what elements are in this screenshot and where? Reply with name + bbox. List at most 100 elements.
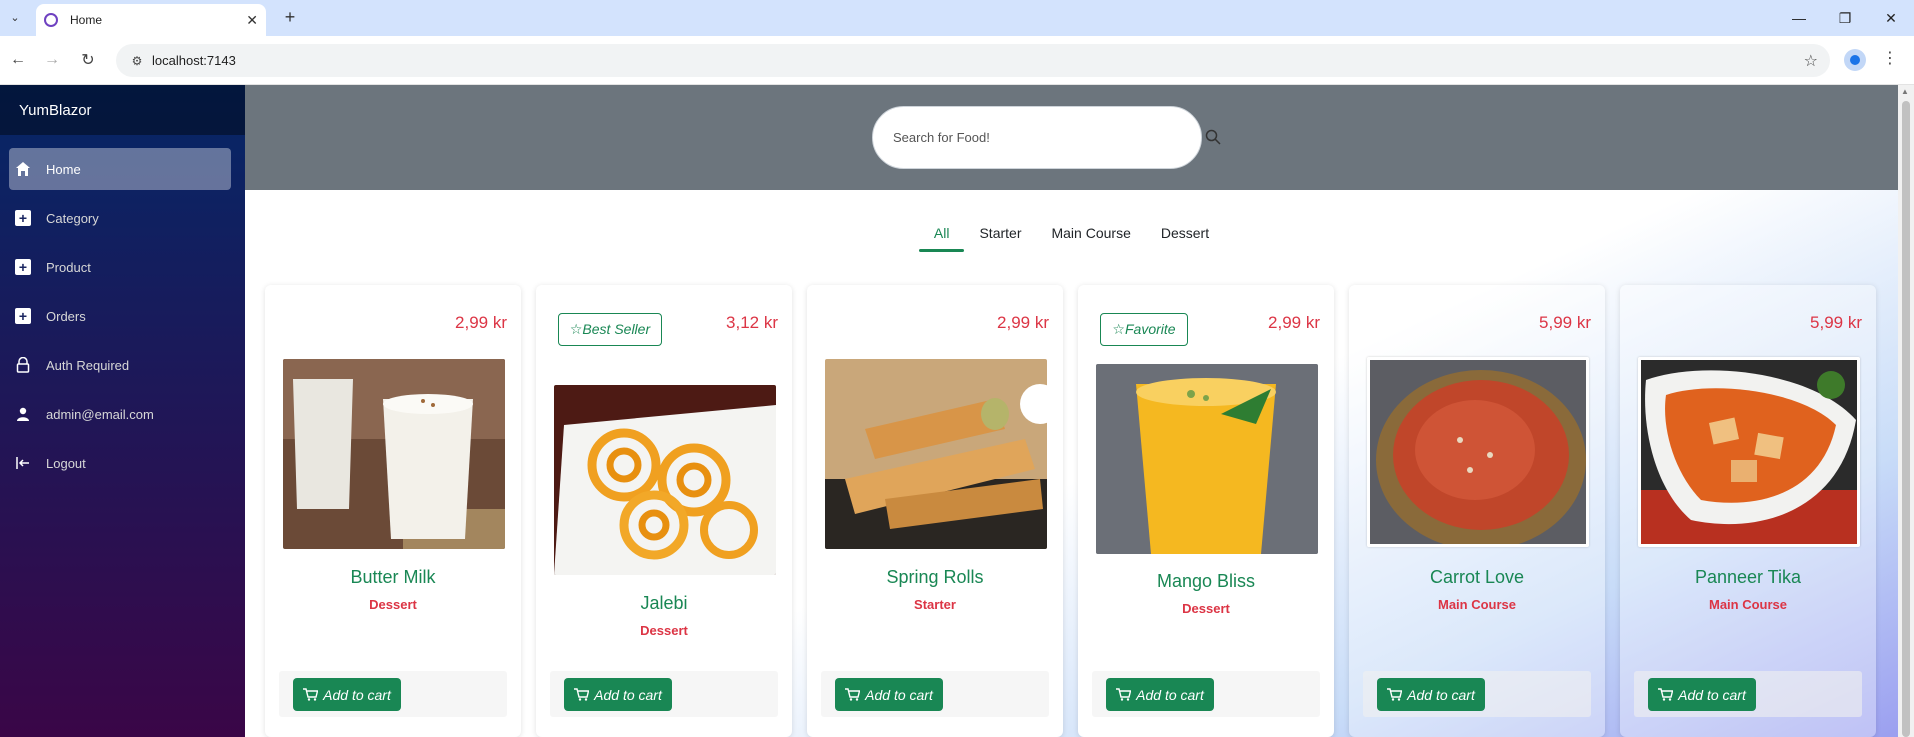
site-info-icon[interactable]: ⚙ — [122, 54, 152, 68]
badge-label: Best Seller — [582, 321, 651, 337]
sidebar-item-label: Home — [46, 161, 81, 177]
tab-close-icon[interactable]: ✕ — [246, 12, 258, 29]
browser-tab-home[interactable]: Home ✕ — [36, 4, 266, 36]
sidebar-item-orders[interactable]: + Orders — [9, 295, 231, 337]
product-name[interactable]: Spring Rolls — [807, 567, 1063, 588]
add-to-cart-label: Add to cart — [1678, 686, 1746, 703]
window-close-icon[interactable]: ✕ — [1868, 0, 1914, 36]
sidebar: YumBlazor Home + Category + Product + Or… — [0, 85, 245, 737]
product-price: 5,99 kr — [1810, 313, 1862, 332]
add-to-cart-label: Add to cart — [1407, 686, 1475, 703]
product-image — [1638, 357, 1860, 547]
product-category: Dessert — [369, 597, 417, 612]
product-price: 2,99 kr — [997, 313, 1049, 332]
restore-icon[interactable]: ❐ — [1822, 0, 1868, 36]
product-image — [554, 385, 776, 575]
sidebar-item-product[interactable]: + Product — [9, 246, 231, 288]
badge-label: Favorite — [1124, 321, 1176, 337]
add-to-cart-button[interactable]: Add to cart — [835, 678, 943, 711]
cart-icon — [845, 688, 861, 701]
sidebar-item-label: Auth Required — [46, 357, 130, 373]
logout-icon — [14, 454, 32, 472]
product-card: 5,99 kr Panneer Tika Main Course Add to … — [1620, 285, 1876, 737]
best-seller-badge: ☆Best Seller — [558, 313, 662, 346]
scrollbar-thumb[interactable] — [1902, 101, 1910, 737]
plus-square-icon: + — [14, 258, 32, 276]
cart-icon — [1116, 688, 1132, 701]
product-price: 3,12 kr — [726, 313, 778, 332]
search-band — [245, 85, 1898, 190]
search-box[interactable] — [872, 106, 1202, 169]
sidebar-item-label: Orders — [46, 308, 86, 324]
sidebar-item-auth-required[interactable]: Auth Required — [9, 344, 231, 386]
sidebar-item-logout[interactable]: Logout — [9, 442, 231, 484]
card-footer: Add to cart — [1363, 671, 1591, 717]
product-price: 5,99 kr — [1539, 313, 1591, 332]
product-card: 5,99 kr Carrot Love Main Course Add to c… — [1349, 285, 1605, 737]
product-name[interactable]: Butter Milk — [265, 567, 521, 588]
main-content: All Starter Main Course Dessert 2,99 kr … — [245, 85, 1898, 737]
product-category: Main Course — [1437, 597, 1516, 612]
blazor-favicon-icon — [44, 13, 58, 27]
add-to-cart-label: Add to cart — [1136, 686, 1204, 703]
product-card: 2,99 kr Butter Milk Dessert Add to cart — [265, 285, 521, 737]
card-footer: Add to cart — [1634, 671, 1862, 717]
profile-avatar-icon[interactable] — [1844, 49, 1866, 71]
add-to-cart-button[interactable]: Add to cart — [293, 678, 401, 711]
plus-square-icon: + — [14, 209, 32, 227]
browser-menu-icon[interactable]: ⋮ — [1882, 48, 1898, 68]
product-image — [825, 359, 1047, 549]
sidebar-item-home[interactable]: Home — [9, 148, 231, 190]
back-arrow-icon[interactable]: ← — [6, 48, 30, 72]
brand-bar: YumBlazor — [0, 85, 245, 135]
tab-dessert[interactable]: Dessert — [1146, 220, 1224, 250]
tab-main-course[interactable]: Main Course — [1036, 220, 1145, 250]
cart-icon — [574, 688, 590, 701]
add-to-cart-button[interactable]: Add to cart — [1648, 678, 1756, 711]
tab-all[interactable]: All — [918, 220, 965, 252]
favorite-badge: ☆Favorite — [1100, 313, 1188, 346]
page-scrollbar[interactable]: ▲ — [1898, 85, 1914, 737]
brand-name[interactable]: YumBlazor — [19, 102, 92, 119]
star-outline-icon: ☆ — [569, 321, 583, 337]
cart-icon — [1658, 688, 1674, 701]
product-card: ☆Best Seller 3,12 kr Jalebi Dessert Add … — [536, 285, 792, 737]
sidebar-item-category[interactable]: + Category — [9, 197, 231, 239]
bookmark-star-icon[interactable]: ☆ — [1804, 51, 1818, 71]
sidebar-item-label: Category — [46, 210, 99, 226]
sidebar-item-label: Product — [46, 259, 91, 275]
add-to-cart-button[interactable]: Add to cart — [1377, 678, 1485, 711]
sidebar-item-user[interactable]: admin@email.com — [9, 393, 231, 435]
star-outline-icon: ☆ — [1112, 321, 1125, 337]
product-category: Dessert — [640, 623, 688, 638]
product-name[interactable]: Panneer Tika — [1620, 567, 1876, 588]
add-to-cart-label: Add to cart — [865, 686, 933, 703]
product-category: Main Course — [1708, 597, 1787, 612]
tab-search-chevron-icon[interactable]: ⌄ — [4, 6, 26, 28]
search-input[interactable] — [893, 130, 1173, 145]
forward-arrow-icon[interactable]: → — [40, 48, 64, 72]
product-image — [1096, 364, 1318, 554]
add-to-cart-button[interactable]: Add to cart — [564, 678, 672, 711]
sidebar-item-label: admin@email.com — [46, 406, 154, 422]
card-footer: Add to cart — [550, 671, 778, 717]
product-name[interactable]: Mango Bliss — [1078, 571, 1334, 592]
product-name[interactable]: Jalebi — [536, 593, 792, 614]
add-to-cart-button[interactable]: Add to cart — [1106, 678, 1214, 711]
product-name[interactable]: Carrot Love — [1349, 567, 1605, 588]
reload-icon[interactable]: ↻ — [76, 48, 100, 72]
url-field[interactable]: ⚙ localhost:7143 ☆ — [116, 44, 1830, 77]
tab-starter[interactable]: Starter — [964, 220, 1036, 250]
product-category: Starter — [914, 597, 956, 612]
search-icon[interactable] — [1204, 128, 1222, 146]
product-card: 2,99 kr Spring Rolls Starter Add to cart — [807, 285, 1063, 737]
new-tab-button[interactable]: + — [278, 6, 302, 30]
card-footer: Add to cart — [279, 671, 507, 717]
product-image — [1367, 357, 1589, 547]
card-footer: Add to cart — [1092, 671, 1320, 717]
product-price: 2,99 kr — [455, 313, 507, 332]
plus-square-icon: + — [14, 307, 32, 325]
minimize-icon[interactable]: — — [1776, 0, 1822, 36]
scroll-up-arrow-icon[interactable]: ▲ — [1901, 87, 1909, 96]
address-bar: ← → ↻ ⚙ localhost:7143 ☆ ⋮ — [0, 36, 1914, 85]
